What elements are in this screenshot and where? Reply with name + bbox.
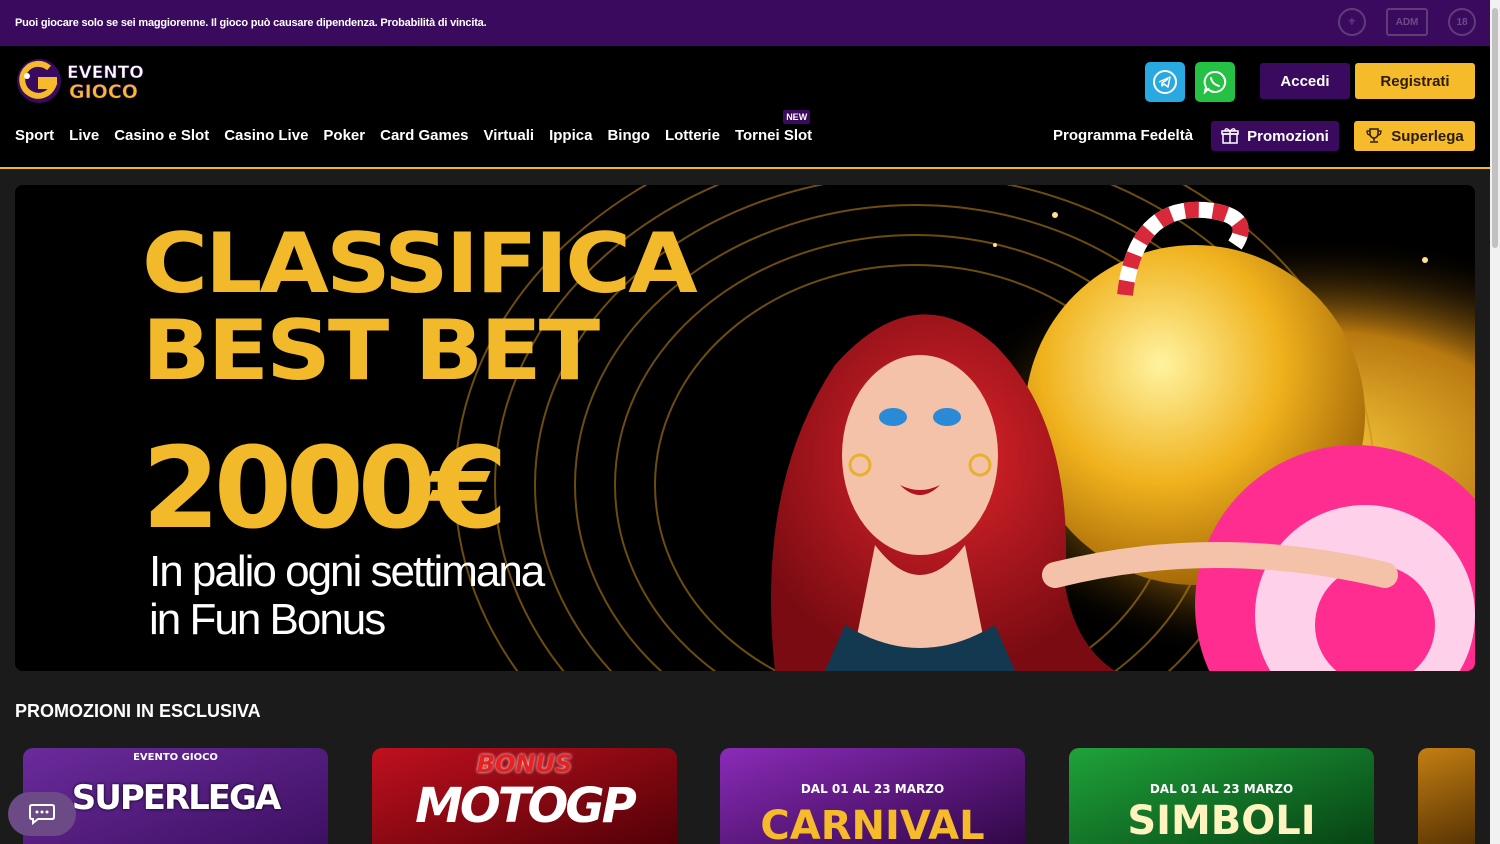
- age-18-badge: 18: [1448, 8, 1476, 36]
- promo-card-title: MOTOGP: [415, 778, 637, 834]
- whatsapp-button[interactable]: [1195, 62, 1235, 102]
- promo-card-top-text: DAL 01 AL 23 MARZO: [1149, 782, 1294, 796]
- main-nav: Sport Live Casino e Slot Casino Live Pok…: [15, 110, 813, 144]
- promotions-label: Promozioni: [1247, 127, 1329, 145]
- login-button[interactable]: Accedi: [1260, 63, 1350, 99]
- evento-gioco-logo[interactable]: EVENTO GIOCO: [15, 56, 160, 106]
- promo-card-simboli[interactable]: DAL 01 AL 23 MARZO SIMBOLI: [1069, 748, 1374, 844]
- svg-text:EVENTO: EVENTO: [67, 63, 144, 83]
- nav-item-casino-live[interactable]: Casino Live: [224, 127, 308, 144]
- promo-card-title: CARNIVAL: [760, 803, 985, 844]
- promo-card-title: SIMBOLI: [1127, 798, 1316, 844]
- age-warning-bar: Puoi giocare solo se sei maggiorenne. Il…: [0, 0, 1500, 46]
- trophy-icon: [1366, 128, 1382, 143]
- superlega-button[interactable]: Superlega: [1354, 121, 1475, 151]
- age-warning-text: Puoi giocare solo se sei maggiorenne. Il…: [15, 17, 487, 29]
- site-header: EVENTO GIOCO Accedi Registrati Sport Liv…: [0, 46, 1500, 169]
- telegram-icon: [1153, 70, 1177, 94]
- scrollbar-thumb[interactable]: [1492, 8, 1498, 248]
- page-scrollbar[interactable]: [1490, 0, 1500, 844]
- nav-item-bingo[interactable]: Bingo: [607, 127, 650, 144]
- hero-title-line1: CLASSIFICA: [142, 215, 698, 313]
- promotions-button[interactable]: Promozioni: [1211, 121, 1339, 151]
- chat-button[interactable]: [8, 792, 76, 836]
- gift-icon: [1221, 128, 1239, 144]
- telegram-button[interactable]: [1145, 62, 1185, 102]
- nav-item-live[interactable]: Live: [69, 127, 99, 144]
- superlega-label: Superlega: [1391, 127, 1464, 145]
- regulator-seal-icon: ⚜: [1338, 8, 1366, 36]
- whatsapp-icon: [1203, 70, 1227, 94]
- chat-icon: [29, 804, 55, 825]
- hero-title-line2: BEST BET: [142, 302, 600, 400]
- svg-text:GIOCO: GIOCO: [69, 81, 138, 103]
- promo-card-motogp[interactable]: BONUS MOTOGP: [372, 748, 677, 844]
- new-badge: NEW: [783, 110, 811, 124]
- promo-card-top-text: BONUS: [476, 750, 573, 778]
- nav-item-card-games[interactable]: Card Games: [380, 127, 468, 144]
- nav-item-tornei-slot-label: Tornei Slot: [734, 127, 813, 144]
- promo-card-next[interactable]: [1418, 748, 1475, 844]
- regulator-badges: ⚜ ADM 18: [1338, 8, 1476, 36]
- nav-item-tornei-slot[interactable]: Tornei Slot NEW: [734, 110, 813, 144]
- hero-subtitle-line1: In palio ogni settimana: [149, 547, 545, 596]
- promo-card-carnival[interactable]: DAL 01 AL 23 MARZO CARNIVAL: [720, 748, 1025, 844]
- loyalty-program-link[interactable]: Programma Fedeltà: [1053, 127, 1193, 144]
- nav-item-casino-slot[interactable]: Casino e Slot: [114, 127, 209, 144]
- hero-subtitle-line2: in Fun Bonus: [149, 595, 386, 644]
- hero-prize-amount: 2000€: [142, 424, 508, 554]
- hero-banner[interactable]: CLASSIFICA BEST BET 2000€ In palio ogni …: [15, 185, 1475, 671]
- promotions-carousel: EVENTO GIOCO SUPERLEGA BONUS MOTOGP DAL …: [15, 740, 1475, 844]
- adm-badge: ADM: [1386, 8, 1428, 36]
- promo-card-top-text: EVENTO GIOCO: [133, 752, 218, 763]
- nav-item-ippica[interactable]: Ippica: [549, 127, 592, 144]
- nav-item-poker[interactable]: Poker: [323, 127, 365, 144]
- nav-item-lotterie[interactable]: Lotterie: [665, 127, 720, 144]
- register-button[interactable]: Registrati: [1355, 63, 1475, 99]
- exclusive-promotions-title: PROMOZIONI IN ESCLUSIVA: [15, 701, 261, 721]
- nav-item-sport[interactable]: Sport: [15, 127, 54, 144]
- nav-item-virtuali[interactable]: Virtuali: [484, 127, 535, 144]
- promo-card-top-text: DAL 01 AL 23 MARZO: [800, 782, 945, 796]
